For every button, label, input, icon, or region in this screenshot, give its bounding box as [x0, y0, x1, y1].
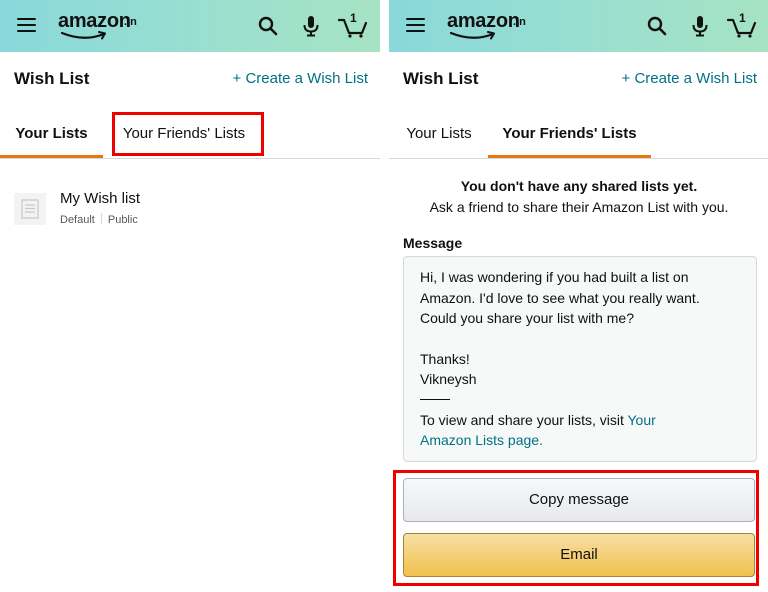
menu-icon[interactable] [406, 18, 425, 33]
list-meta: Default Public [60, 213, 138, 226]
message-view-line: To view and share your lists, visit Your [420, 410, 740, 431]
message-divider [420, 398, 450, 400]
message-label: Message [403, 235, 463, 251]
logo-text: amazon [58, 10, 131, 32]
message-line: Could you share your list with me? [420, 310, 634, 326]
list-name[interactable]: My Wish list [60, 190, 140, 207]
message-line: Hi, I was wondering if you had built a l… [420, 269, 689, 285]
list-thumbnail [14, 193, 46, 225]
logo-suffix: .in [513, 16, 526, 28]
search-icon[interactable] [645, 14, 669, 38]
logo-suffix: .in [124, 16, 137, 28]
amazon-lists-link[interactable]: Amazon Lists page. [420, 432, 543, 448]
menu-icon[interactable] [17, 18, 36, 33]
list-tabs: Your Lists Your Friends' Lists [389, 112, 768, 159]
list-document-icon [21, 199, 39, 219]
message-signature: Vikneysh [420, 371, 477, 387]
list-privacy-tag: Public [107, 214, 138, 226]
top-nav-bar: amazon .in 1 [389, 0, 768, 52]
cart-button[interactable]: 1 [337, 11, 369, 38]
amazon-lists-link[interactable]: Your [628, 412, 656, 428]
create-wish-list-link[interactable]: + Create a Wish List [233, 70, 368, 87]
empty-state-title: You don't have any shared lists yet. [460, 178, 698, 194]
message-thanks: Thanks! [420, 350, 470, 367]
smile-arrow-icon [60, 31, 106, 40]
create-wish-list-link[interactable]: + Create a Wish List [622, 70, 757, 87]
screen-divider [380, 0, 389, 592]
cart-count: 1 [350, 11, 357, 25]
top-nav-bar: amazon .in 1 [0, 0, 380, 52]
page-title: Wish List [403, 69, 479, 88]
empty-state-subtitle: Ask a friend to share their Amazon List … [429, 199, 729, 215]
tab-friends-lists[interactable]: Your Friends' Lists [488, 112, 651, 158]
logo-text: amazon [447, 10, 520, 32]
highlight-box-action-buttons [393, 470, 759, 586]
highlight-box-friends-tab [112, 112, 264, 156]
meta-divider [100, 213, 102, 224]
page-title: Wish List [14, 69, 90, 88]
message-line: Amazon. I'd love to see what you really … [420, 289, 700, 306]
smile-arrow-icon [449, 31, 495, 40]
cart-count: 1 [739, 11, 746, 25]
message-view-prefix: To view and share your lists, visit [420, 411, 624, 428]
tab-your-lists[interactable]: Your Lists [389, 112, 489, 156]
left-screen: amazon .in 1 Wish List + Create a Wish L… [0, 0, 380, 592]
cart-button[interactable]: 1 [726, 11, 758, 38]
microphone-icon[interactable] [299, 14, 323, 38]
search-icon[interactable] [256, 14, 280, 38]
list-item[interactable]: My Wish list Default Public [0, 178, 380, 238]
right-screen: amazon .in 1 Wish List + Create a Wish L… [389, 0, 768, 592]
message-box: Hi, I was wondering if you had built a l… [403, 256, 757, 462]
tab-your-lists[interactable]: Your Lists [0, 112, 103, 158]
list-default-tag: Default [60, 214, 95, 226]
microphone-icon[interactable] [688, 14, 712, 38]
